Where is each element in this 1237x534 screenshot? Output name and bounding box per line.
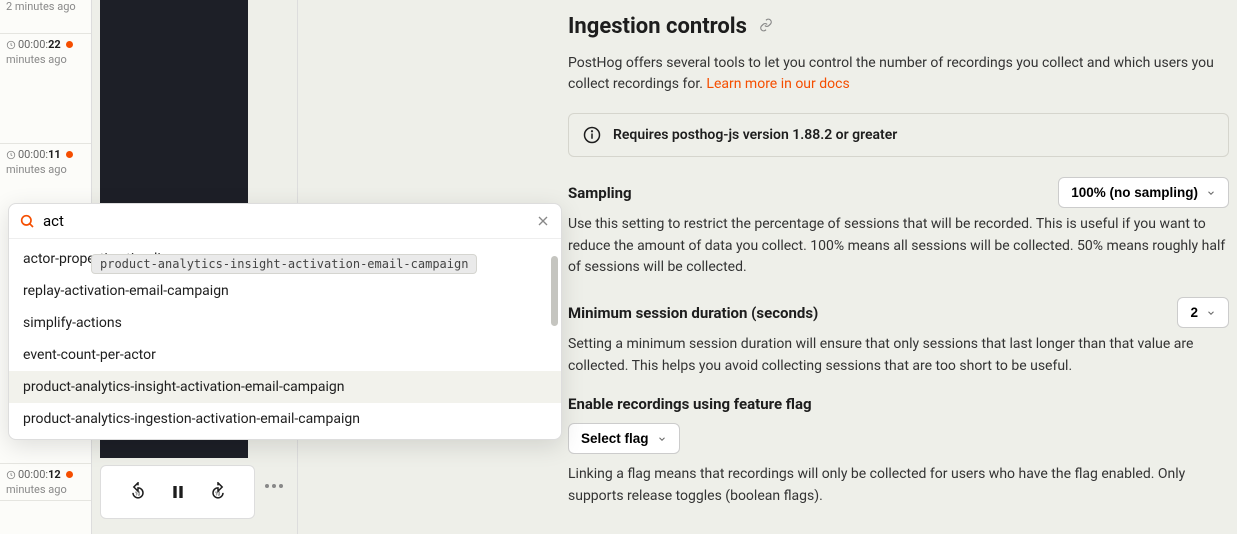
recording-dot-icon	[66, 151, 73, 158]
search-result-item[interactable]: replay-activation-email-campaign	[9, 275, 561, 307]
recording-dot-icon	[66, 471, 73, 478]
chevron-down-icon	[657, 434, 667, 444]
sampling-title: Sampling	[568, 184, 632, 202]
sampling-desc: Use this setting to restrict the percent…	[568, 214, 1229, 279]
search-tooltip: product-analytics-insight-activation-ema…	[91, 254, 477, 274]
svg-text:10: 10	[134, 491, 140, 497]
clock-icon	[6, 470, 16, 480]
link-icon[interactable]	[759, 18, 773, 36]
session-item[interactable]: 00:00:22 minutes ago	[0, 34, 91, 144]
min-duration-desc: Setting a minimum session duration will …	[568, 334, 1229, 377]
pause-icon	[170, 484, 186, 500]
recording-dot-icon	[66, 41, 73, 48]
docs-link[interactable]: Learn more in our docs	[706, 76, 849, 92]
search-icon	[19, 213, 35, 229]
svg-text:10: 10	[214, 491, 220, 497]
session-ago: minutes ago	[6, 163, 67, 176]
feature-flag-title: Enable recordings using feature flag	[568, 395, 1229, 413]
forward-button[interactable]: 10	[207, 481, 229, 503]
clock-icon	[6, 150, 16, 160]
chevron-down-icon	[1206, 308, 1216, 318]
search-result-item[interactable]: simplify-actions	[9, 307, 561, 339]
player-controls: 10 10	[100, 465, 255, 519]
flag-search-popover: product-analytics-insight-activation-ema…	[8, 203, 562, 440]
scrollbar[interactable]	[551, 256, 558, 326]
session-item[interactable]: 00:00:12 minutes ago	[0, 464, 91, 501]
search-result-item[interactable]: event-count-per-actor	[9, 339, 561, 371]
page-description: PostHog offers several tools to let you …	[568, 53, 1229, 95]
search-result-item[interactable]: product-analytics-ingestion-activation-e…	[9, 403, 561, 435]
min-duration-title: Minimum session duration (seconds)	[568, 304, 818, 322]
banner-text: Requires posthog-js version 1.88.2 or gr…	[613, 127, 897, 143]
sampling-select[interactable]: 100% (no sampling)	[1058, 177, 1229, 208]
session-ago: minutes ago	[6, 483, 67, 496]
select-flag-button[interactable]: Select flag	[568, 423, 680, 454]
forward-icon: 10	[208, 482, 228, 502]
pause-button[interactable]	[167, 481, 189, 503]
settings-panel: Ingestion controls PostHog offers severa…	[568, 14, 1229, 526]
chevron-down-icon	[1206, 188, 1216, 198]
session-item[interactable]: 2 minutes ago	[0, 0, 91, 34]
rewind-icon: 10	[128, 482, 148, 502]
page-title: Ingestion controls	[568, 14, 1229, 39]
feature-flag-desc: Linking a flag means that recordings wil…	[568, 464, 1229, 507]
search-result-item[interactable]: product-analytics-insight-activation-ema…	[9, 371, 561, 403]
rewind-button[interactable]: 10	[127, 481, 149, 503]
clear-search-button[interactable]	[535, 213, 551, 229]
version-banner: Requires posthog-js version 1.88.2 or gr…	[568, 113, 1229, 157]
min-duration-select[interactable]: 2	[1177, 297, 1229, 328]
flag-search-input[interactable]	[43, 212, 535, 230]
session-ago: minutes ago	[6, 53, 67, 66]
clock-icon	[6, 40, 16, 50]
info-icon	[583, 126, 601, 144]
more-menu-button[interactable]	[265, 484, 283, 488]
session-ago: 2 minutes ago	[6, 0, 76, 13]
